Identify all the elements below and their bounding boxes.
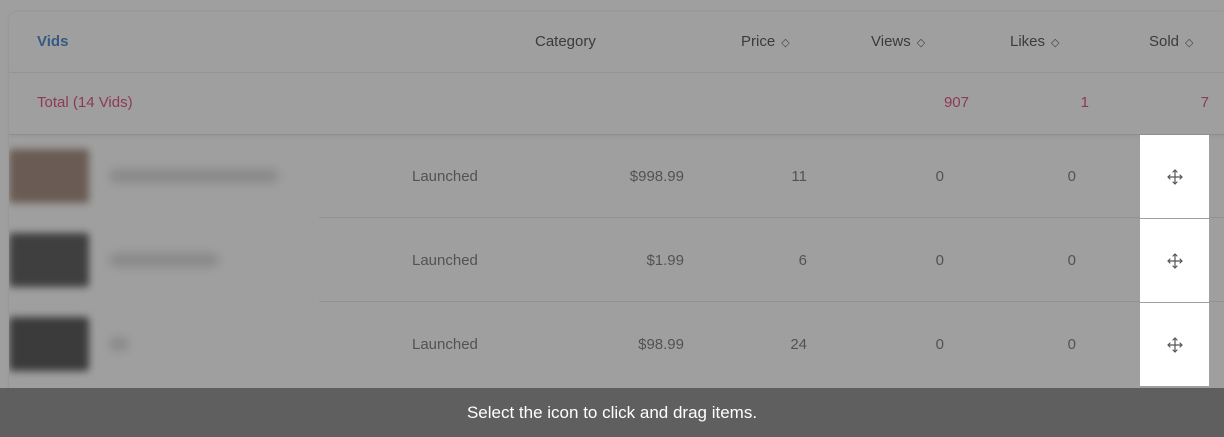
video-thumbnail[interactable] [9, 233, 89, 287]
total-views: 907 [943, 94, 969, 111]
table-row: Launched $98.99 24 0 0 [9, 303, 1224, 386]
likes-cell: 0 [935, 336, 944, 353]
price-header-label: Price [741, 33, 776, 50]
likes-column-header[interactable]: Likes ◇ [1010, 12, 1060, 72]
video-title-blurred[interactable] [109, 169, 279, 183]
total-label: Total (14 Vids) [37, 94, 133, 111]
video-thumbnail[interactable] [9, 149, 89, 203]
views-cell: 11 [791, 168, 807, 185]
sold-cell: 0 [1067, 336, 1076, 353]
sold-cell: 0 [1067, 252, 1076, 269]
views-cell: 24 [790, 336, 807, 353]
sort-icon: ◇ [1051, 37, 1060, 49]
row-divider [319, 217, 1224, 218]
table-row: Launched $1.99 6 0 0 [9, 219, 1224, 302]
vids-table-card: Vids Category Price ◇ Views ◇ Likes ◇ Sold ◇… [9, 12, 1224, 437]
move-icon [1166, 252, 1183, 269]
video-title-blurred[interactable] [109, 253, 219, 267]
price-cell: $998.99 [629, 168, 684, 185]
price-cell: $1.99 [646, 252, 684, 269]
move-icon [1166, 336, 1183, 353]
category-cell: Launched [412, 336, 478, 353]
vids-column-header[interactable]: Vids [37, 12, 68, 72]
sold-header-label: Sold [1149, 33, 1180, 50]
sold-cell: 0 [1067, 168, 1076, 185]
drag-handle[interactable] [1140, 219, 1209, 302]
sort-icon: ◇ [916, 37, 926, 49]
instruction-banner: Select the icon to click and drag items. [0, 388, 1224, 437]
total-likes: 1 [1080, 94, 1089, 111]
category-column-header: Category [535, 33, 596, 50]
table-header: Vids Category Price ◇ Views ◇ Likes ◇ Sold ◇ [9, 12, 1224, 73]
sold-column-header[interactable]: Sold ◇ [1149, 12, 1194, 72]
total-row: Total (14 Vids) 907 1 7 [9, 72, 1224, 135]
price-cell: $98.99 [638, 336, 684, 353]
move-icon [1166, 168, 1183, 185]
video-title-blurred[interactable] [109, 337, 129, 351]
sort-icon: ◇ [1185, 37, 1194, 49]
table-row: Launched $998.99 11 0 0 [9, 135, 1224, 218]
drag-handle[interactable] [1140, 135, 1209, 218]
drag-handle[interactable] [1140, 303, 1209, 386]
category-cell: Launched [412, 252, 478, 269]
row-divider [319, 301, 1224, 302]
likes-cell: 0 [935, 252, 944, 269]
total-sold: 7 [1200, 94, 1209, 111]
views-header-label: Views [871, 33, 911, 50]
views-cell: 6 [798, 252, 807, 269]
likes-header-label: Likes [1010, 33, 1046, 50]
category-cell: Launched [412, 168, 478, 185]
likes-cell: 0 [935, 168, 944, 185]
video-thumbnail[interactable] [9, 317, 89, 371]
sort-icon: ◇ [781, 37, 790, 49]
price-column-header[interactable]: Price ◇ [741, 12, 790, 72]
views-column-header[interactable]: Views ◇ [871, 12, 925, 72]
